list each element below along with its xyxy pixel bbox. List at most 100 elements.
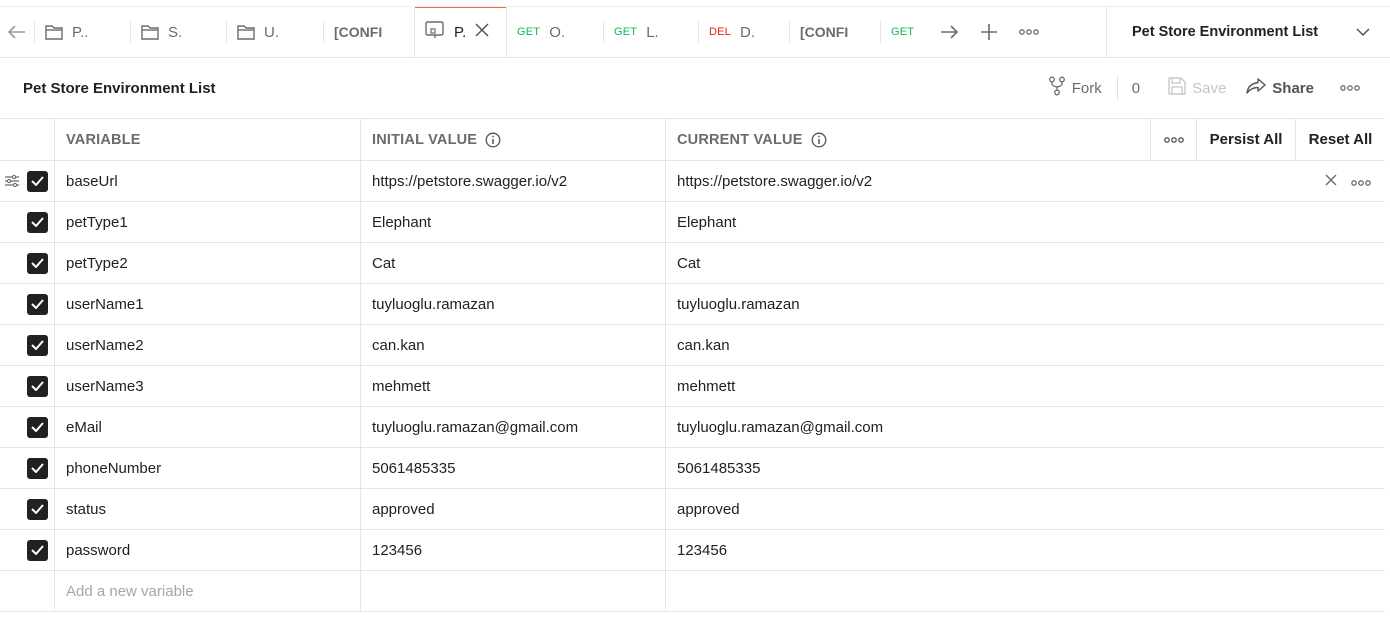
table-row[interactable]: baseUrl https://petstore.swagger.io/v2 htt… — [0, 161, 1385, 202]
variable-name-cell[interactable]: petType1 — [55, 202, 361, 242]
initial-value-cell[interactable]: Elephant — [361, 202, 666, 242]
add-current-value-input[interactable] — [666, 571, 1385, 611]
chevron-down-icon — [1356, 25, 1370, 41]
current-value-cell[interactable]: tuyluoglu.ramazan — [666, 284, 1385, 324]
header-actions: Fork 0 Save Share — [1048, 76, 1360, 100]
new-tab-plus-icon[interactable] — [969, 7, 1009, 57]
tab-environment-active[interactable]: P. — [414, 7, 507, 57]
fork-button[interactable]: Fork — [1048, 76, 1102, 100]
info-icon[interactable] — [811, 132, 827, 148]
tab-config-2[interactable]: [CONFI — [790, 7, 880, 57]
tab-request-delete[interactable]: DEL D. — [699, 7, 789, 57]
tab-folder-1[interactable]: P.. — [35, 7, 130, 57]
row-enabled-checkbox[interactable] — [27, 211, 48, 233]
tab-request-get-3[interactable]: GET — [881, 7, 929, 57]
tab-config-1[interactable]: [CONFI — [324, 7, 414, 57]
current-value-cell[interactable]: mehmett — [666, 366, 1385, 406]
environment-header: Pet Store Environment List Fork 0 Save S… — [0, 58, 1390, 118]
table-header-row: VARIABLE INITIAL VALUE CURRENT VALUE Per… — [0, 119, 1385, 161]
tab-request-get-2[interactable]: GET L. — [604, 7, 698, 57]
environment-selector[interactable]: Pet Store Environment List — [1106, 7, 1390, 57]
save-button[interactable]: Save — [1168, 77, 1226, 99]
row-enabled-checkbox[interactable] — [27, 375, 48, 397]
delete-row-close-icon[interactable] — [1325, 173, 1337, 190]
table-row[interactable]: status approved approved — [0, 489, 1385, 530]
forward-arrow-icon[interactable] — [929, 7, 969, 57]
checkmark-icon — [31, 422, 44, 432]
add-variable-input[interactable]: Add a new variable — [55, 571, 361, 611]
initial-value-cell[interactable]: 5061485335 — [361, 448, 666, 488]
current-value-cell[interactable]: can.kan — [666, 325, 1385, 365]
info-icon[interactable] — [485, 132, 501, 148]
persist-all-button[interactable]: Persist All — [1196, 119, 1295, 160]
add-initial-value-input[interactable] — [361, 571, 666, 611]
header-more-icon[interactable] — [1340, 85, 1360, 91]
table-body: baseUrl https://petstore.swagger.io/v2 htt… — [0, 161, 1385, 571]
tab-request-get-1[interactable]: GET O. — [507, 7, 603, 57]
method-badge: GET — [891, 26, 915, 38]
initial-value-cell[interactable]: tuyluoglu.ramazan — [361, 284, 666, 324]
back-arrow-icon[interactable] — [0, 7, 34, 57]
checkmark-icon — [31, 299, 44, 309]
fork-icon — [1048, 76, 1066, 100]
initial-value-cell[interactable]: Cat — [361, 243, 666, 283]
table-more-icon[interactable] — [1150, 119, 1196, 160]
folder-icon — [237, 24, 255, 40]
row-enabled-checkbox[interactable] — [27, 457, 48, 479]
initial-value-cell[interactable]: tuyluoglu.ramazan@gmail.com — [361, 407, 666, 447]
row-enabled-checkbox[interactable] — [27, 416, 48, 438]
current-value-cell[interactable]: 123456 — [666, 530, 1385, 570]
table-row[interactable]: petType1 Elephant Elephant — [0, 202, 1385, 243]
row-enabled-checkbox[interactable] — [27, 539, 48, 561]
table-row[interactable]: userName1 tuyluoglu.ramazan tuyluoglu.rama… — [0, 284, 1385, 325]
variable-name-cell[interactable]: phoneNumber — [55, 448, 361, 488]
close-icon[interactable] — [475, 23, 489, 41]
table-row[interactable]: petType2 Cat Cat — [0, 243, 1385, 284]
reset-all-button[interactable]: Reset All — [1295, 119, 1385, 160]
table-row[interactable]: eMail tuyluoglu.ramazan@gmail.com tuyluogl… — [0, 407, 1385, 448]
variable-name-cell[interactable]: password — [55, 530, 361, 570]
table-row[interactable]: password 123456 123456 — [0, 530, 1385, 571]
variable-name-cell[interactable]: baseUrl — [55, 161, 361, 201]
table-row[interactable]: userName3 mehmett mehmett — [0, 366, 1385, 407]
initial-value-cell[interactable]: approved — [361, 489, 666, 529]
row-more-icon[interactable] — [1351, 173, 1371, 190]
tab-label: [CONFI — [334, 24, 383, 40]
current-value-cell[interactable]: https://petstore.swagger.io/v2 — [666, 161, 1385, 201]
row-enabled-checkbox[interactable] — [27, 170, 48, 192]
row-enabled-checkbox[interactable] — [27, 334, 48, 356]
current-value-cell[interactable]: Elephant — [666, 202, 1385, 242]
table-row[interactable]: userName2 can.kan can.kan — [0, 325, 1385, 366]
current-value-cell[interactable]: tuyluoglu.ramazan@gmail.com — [666, 407, 1385, 447]
tab-options-more-icon[interactable] — [1009, 7, 1049, 57]
share-button[interactable]: Share — [1246, 78, 1314, 98]
tab-label: U. — [264, 23, 279, 41]
variables-table: VARIABLE INITIAL VALUE CURRENT VALUE Per… — [0, 118, 1385, 612]
row-enabled-checkbox[interactable] — [27, 498, 48, 520]
initial-value-cell[interactable]: mehmett — [361, 366, 666, 406]
row-select-cell — [0, 530, 55, 570]
variable-name-cell[interactable]: petType2 — [55, 243, 361, 283]
current-value-cell[interactable]: 5061485335 — [666, 448, 1385, 488]
tab-label: D. — [740, 23, 755, 41]
checkmark-icon — [31, 176, 44, 186]
variable-name-cell[interactable]: eMail — [55, 407, 361, 447]
tab-folder-3[interactable]: U. — [227, 7, 323, 57]
variable-name-cell[interactable]: userName1 — [55, 284, 361, 324]
checkmark-icon — [31, 545, 44, 555]
current-value-cell[interactable]: Cat — [666, 243, 1385, 283]
variable-name-cell[interactable]: userName3 — [55, 366, 361, 406]
row-enabled-checkbox[interactable] — [27, 293, 48, 315]
drag-handle-icon[interactable] — [5, 174, 19, 192]
row-enabled-checkbox[interactable] — [27, 252, 48, 274]
current-value-cell[interactable]: approved — [666, 489, 1385, 529]
tab-folder-2[interactable]: S. — [131, 7, 226, 57]
table-row[interactable]: phoneNumber 5061485335 5061485335 — [0, 448, 1385, 489]
fork-count: 0 — [1116, 76, 1154, 100]
variable-name-cell[interactable]: userName2 — [55, 325, 361, 365]
checkmark-icon — [31, 340, 44, 350]
variable-name-cell[interactable]: status — [55, 489, 361, 529]
initial-value-cell[interactable]: can.kan — [361, 325, 666, 365]
initial-value-cell[interactable]: https://petstore.swagger.io/v2 — [361, 161, 666, 201]
initial-value-cell[interactable]: 123456 — [361, 530, 666, 570]
